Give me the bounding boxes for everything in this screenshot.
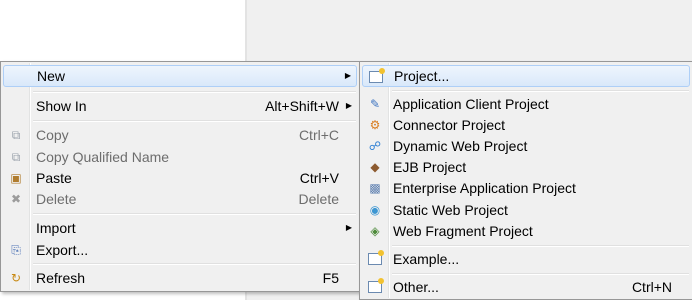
menu-item-shortcut: Ctrl+V [299, 170, 339, 186]
submenu-item-example[interactable]: Example... [362, 248, 690, 270]
menu-item-label: Project... [394, 68, 450, 84]
menu-item-shortcut: Ctrl+N [631, 279, 672, 295]
menu-item-copy-qualified-name[interactable]: ⧉ Copy Qualified Name [3, 146, 357, 168]
submenu-item-static-web-project[interactable]: ◉ Static Web Project [362, 199, 690, 221]
menu-separator [33, 91, 356, 93]
submenu-arrow-icon: ▶ [345, 101, 352, 110]
menu-item-label: Other... [393, 279, 439, 295]
application-client-project-icon: ✎ [369, 97, 381, 111]
menu-item-label: Delete [36, 191, 77, 207]
menu-item-shortcut: Delete [298, 191, 339, 207]
menu-item-shortcut: F5 [322, 270, 339, 286]
refresh-icon: ↻ [10, 271, 22, 285]
menu-item-export[interactable]: ⎘ Export... [3, 239, 357, 261]
menu-item-label: Dynamic Web Project [393, 138, 528, 154]
menu-separator [392, 90, 689, 92]
connector-project-icon: ⚙ [369, 118, 381, 132]
menu-separator [392, 273, 689, 275]
menu-item-label: Show In [36, 98, 87, 114]
submenu-item-web-fragment-project[interactable]: ◈ Web Fragment Project [362, 220, 690, 242]
context-menu: New ▶ Show In Alt+Shift+W ▶ ⧉ Copy Ctrl+… [0, 61, 360, 292]
menu-item-shortcut: Ctrl+C [298, 127, 339, 143]
submenu-item-enterprise-application-project[interactable]: ▩ Enterprise Application Project [362, 177, 690, 199]
menu-item-label: Connector Project [393, 117, 506, 133]
menu-item-delete[interactable]: ✖ Delete Delete [3, 188, 357, 210]
menu-item-label: Static Web Project [393, 202, 508, 218]
menu-item-new[interactable]: New ▶ [3, 65, 357, 87]
menu-item-label: Web Fragment Project [393, 223, 533, 239]
menu-item-label: EJB Project [393, 159, 467, 175]
web-fragment-project-icon: ◈ [370, 224, 380, 238]
menu-separator [33, 263, 356, 265]
menu-item-show-in[interactable]: Show In Alt+Shift+W ▶ [3, 95, 357, 117]
menu-item-label: Export... [36, 242, 89, 258]
menu-item-copy[interactable]: ⧉ Copy Ctrl+C [3, 124, 357, 146]
paste-icon: ▣ [10, 171, 22, 185]
menu-separator [33, 120, 356, 122]
submenu-item-ejb-project[interactable]: ◆ EJB Project [362, 156, 690, 178]
delete-icon: ✖ [10, 192, 22, 206]
submenu-item-application-client-project[interactable]: ✎ Application Client Project [362, 93, 690, 115]
menu-separator [33, 213, 356, 215]
submenu-item-connector-project[interactable]: ⚙ Connector Project [362, 114, 690, 136]
menu-separator [392, 245, 689, 247]
project-icon [368, 68, 385, 85]
export-icon: ⎘ [11, 243, 21, 257]
menu-item-import[interactable]: Import ▶ [3, 217, 357, 239]
menu-item-label: Refresh [36, 270, 86, 286]
copy-qualified-name-icon: ⧉ [11, 150, 21, 164]
menu-item-label: Application Client Project [393, 96, 549, 112]
submenu-arrow-icon: ▶ [345, 223, 352, 232]
menu-item-label: Copy [36, 127, 69, 143]
static-web-project-icon: ◉ [369, 203, 381, 217]
menu-item-label: New [37, 68, 66, 84]
menu-item-label: Import [36, 220, 76, 236]
other-wizard-icon [367, 278, 384, 295]
menu-item-label: Enterprise Application Project [393, 180, 576, 196]
copy-icon: ⧉ [11, 128, 21, 142]
submenu-item-project[interactable]: Project... [362, 65, 690, 87]
ejb-project-icon: ◆ [370, 160, 380, 174]
menu-item-refresh[interactable]: ↻ Refresh F5 [3, 267, 357, 289]
menu-item-label: Copy Qualified Name [36, 149, 170, 165]
submenu-arrow-icon: ▶ [344, 71, 351, 80]
new-submenu: Project... ✎ Application Client Project … [359, 61, 692, 300]
submenu-item-dynamic-web-project[interactable]: ☍ Dynamic Web Project [362, 135, 690, 157]
dynamic-web-project-icon: ☍ [368, 139, 382, 153]
menu-item-label: Paste [36, 170, 72, 186]
menu-item-shortcut: Alt+Shift+W [265, 98, 339, 114]
menu-item-paste[interactable]: ▣ Paste Ctrl+V [3, 167, 357, 189]
submenu-item-other[interactable]: Other... Ctrl+N [362, 276, 690, 298]
example-icon [367, 250, 384, 267]
enterprise-application-project-icon: ▩ [369, 181, 381, 195]
menu-item-label: Example... [393, 251, 460, 267]
